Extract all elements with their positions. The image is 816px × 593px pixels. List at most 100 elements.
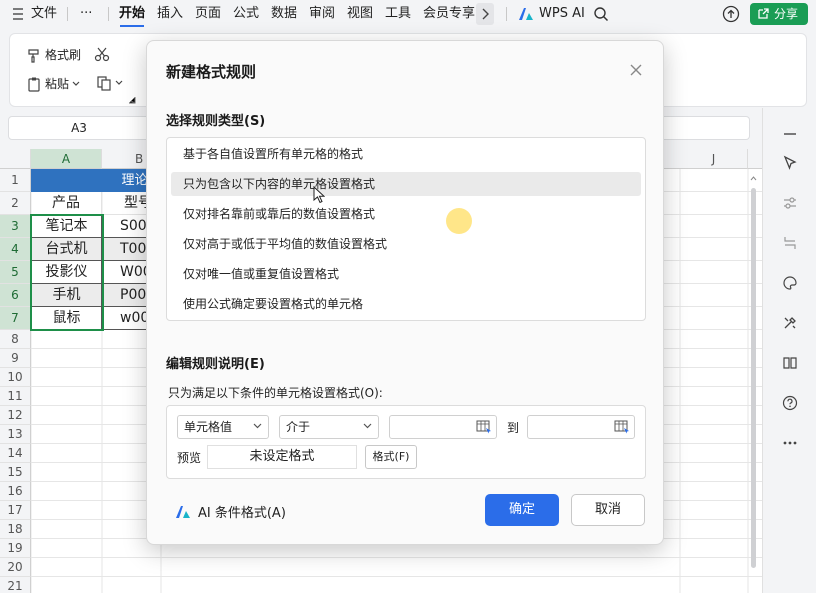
rule-item-above-below-average[interactable]: 仅对高于或低于平均值的数值设置格式 xyxy=(171,232,641,256)
row-header[interactable]: 16 xyxy=(0,482,31,501)
row-header[interactable]: 13 xyxy=(0,425,31,444)
tabs-scroll-right-icon[interactable] xyxy=(476,3,494,25)
share-button[interactable]: 分享 xyxy=(750,3,808,25)
cell-value-select[interactable]: 单元格值 xyxy=(177,415,269,439)
ok-button[interactable]: 确定 xyxy=(485,494,559,526)
more-menu[interactable]: ··· xyxy=(80,0,92,28)
rule-item-contains[interactable]: 只为包含以下内容的单元格设置格式 xyxy=(171,172,641,196)
format-painter-button[interactable]: 格式刷 xyxy=(26,46,81,63)
convert-icon[interactable] xyxy=(782,235,798,251)
help-icon[interactable] xyxy=(782,395,798,411)
vertical-scrollbar[interactable] xyxy=(750,172,757,592)
range-picker-icon[interactable] xyxy=(614,420,630,434)
column-header-a[interactable]: A xyxy=(31,149,102,169)
minimize-icon[interactable] xyxy=(782,126,798,142)
row-header[interactable]: 7 xyxy=(0,307,31,330)
top-menu-bar: 文件 ··· 开始 插入 页面 公式 数据 审阅 视图 工具 会员专享 WPS … xyxy=(0,0,816,28)
range-picker-icon[interactable] xyxy=(476,420,492,434)
row-header[interactable]: 14 xyxy=(0,444,31,463)
column-header-k[interactable] xyxy=(748,149,762,169)
clipboard-expand-icon[interactable] xyxy=(128,96,136,104)
format-button[interactable]: 格式(F) xyxy=(365,445,417,469)
chevron-down-icon xyxy=(253,423,262,429)
tab-view[interactable]: 视图 xyxy=(347,0,373,28)
tab-insert[interactable]: 插入 xyxy=(157,0,183,28)
first-value-input[interactable] xyxy=(389,415,497,439)
row-header[interactable]: 20 xyxy=(0,558,31,577)
row-header[interactable]: 12 xyxy=(0,406,31,425)
rule-item-all-cells[interactable]: 基于各自值设置所有单元格的格式 xyxy=(171,142,641,166)
mouse-pointer-icon xyxy=(313,186,325,204)
rule-item-formula[interactable]: 使用公式确定要设置格式的单元格 xyxy=(171,292,641,316)
edit-rule-label: 编辑规则说明(E) xyxy=(166,357,265,372)
tab-formula[interactable]: 公式 xyxy=(233,0,259,28)
operator-select[interactable]: 介于 xyxy=(279,415,379,439)
format-painter-label: 格式刷 xyxy=(45,48,82,62)
hamburger-icon[interactable] xyxy=(12,0,24,28)
second-value-input[interactable] xyxy=(527,415,635,439)
file-menu[interactable]: 文件 xyxy=(31,0,57,28)
row-header[interactable]: 15 xyxy=(0,463,31,482)
select-all-corner[interactable] xyxy=(0,149,31,169)
close-icon[interactable] xyxy=(629,63,643,77)
tab-page[interactable]: 页面 xyxy=(195,0,221,28)
wps-ai-icon xyxy=(176,505,190,518)
copy-button[interactable] xyxy=(96,75,123,91)
row-header[interactable]: 5 xyxy=(0,261,31,284)
wps-ai-icon xyxy=(519,8,533,20)
chevron-down-icon xyxy=(72,81,80,86)
row-header[interactable]: 19 xyxy=(0,539,31,558)
column-header-j[interactable]: J xyxy=(680,149,748,169)
row-header[interactable]: 18 xyxy=(0,520,31,539)
right-side-panel xyxy=(750,108,816,593)
wps-ai-button[interactable]: WPS AI xyxy=(518,0,585,28)
tab-member[interactable]: 会员专享 xyxy=(423,0,475,28)
tab-data[interactable]: 数据 xyxy=(271,0,297,28)
tab-review[interactable]: 审阅 xyxy=(309,0,335,28)
wps-ai-label: WPS AI xyxy=(539,6,585,21)
cut-button[interactable] xyxy=(94,46,110,62)
operator-select-text: 介于 xyxy=(286,420,311,434)
tab-tools[interactable]: 工具 xyxy=(385,0,411,28)
cloud-upload-icon[interactable] xyxy=(722,0,740,28)
row-header[interactable]: 11 xyxy=(0,387,31,406)
rule-item-unique-duplicate[interactable]: 仅对唯一值或重复值设置格式 xyxy=(171,262,641,286)
copy-icon xyxy=(97,76,111,91)
search-icon[interactable] xyxy=(593,0,609,28)
row-header[interactable]: 10 xyxy=(0,368,31,387)
row-header[interactable]: 21 xyxy=(0,577,31,593)
format-painter-icon xyxy=(28,48,39,63)
adjust-sliders-icon[interactable] xyxy=(782,195,798,211)
tab-home[interactable]: 开始 xyxy=(119,0,145,28)
row-header[interactable]: 8 xyxy=(0,330,31,349)
rule-item-top-bottom[interactable]: 仅对排名靠前或靠后的数值设置格式 xyxy=(171,202,641,226)
chevron-down-icon xyxy=(115,80,123,85)
select-pointer-icon[interactable] xyxy=(782,155,798,171)
condition-label: 只为满足以下条件的单元格设置格式(O): xyxy=(168,386,383,400)
row-header[interactable]: 1 xyxy=(0,169,31,192)
ai-conditional-format-button[interactable]: AI 条件格式(A) xyxy=(175,502,286,521)
row-header[interactable]: 3 xyxy=(0,215,31,238)
row-header[interactable]: 9 xyxy=(0,349,31,368)
selection-border xyxy=(30,214,104,331)
row-header[interactable]: 2 xyxy=(0,192,31,215)
cursor-highlight xyxy=(446,208,472,234)
row-header[interactable]: 6 xyxy=(0,284,31,307)
book-icon[interactable] xyxy=(782,355,798,371)
rule-type-list[interactable]: 基于各自值设置所有单元格的格式 只为包含以下内容的单元格设置格式 仅对排名靠前或… xyxy=(166,137,646,321)
more-options-icon[interactable] xyxy=(782,435,798,451)
name-box[interactable]: A3 xyxy=(8,116,150,140)
new-format-rule-dialog: 新建格式规则 选择规则类型(S) 基于各自值设置所有单元格的格式 只为包含以下内… xyxy=(146,40,664,545)
title-cell[interactable]: 理论库 xyxy=(31,169,161,192)
tools-icon[interactable] xyxy=(782,315,798,331)
cancel-button[interactable]: 取消 xyxy=(571,494,645,526)
paste-label: 粘贴 xyxy=(45,77,70,91)
separator xyxy=(108,7,109,21)
header-product[interactable]: 产品 xyxy=(31,192,102,215)
paste-icon xyxy=(28,77,40,92)
paste-button[interactable]: 粘贴 xyxy=(26,75,80,92)
row-header[interactable]: 17 xyxy=(0,501,31,520)
row-header[interactable]: 4 xyxy=(0,238,31,261)
ai-conditional-format-label: AI 条件格式(A) xyxy=(198,506,286,521)
styles-icon[interactable] xyxy=(782,275,798,291)
